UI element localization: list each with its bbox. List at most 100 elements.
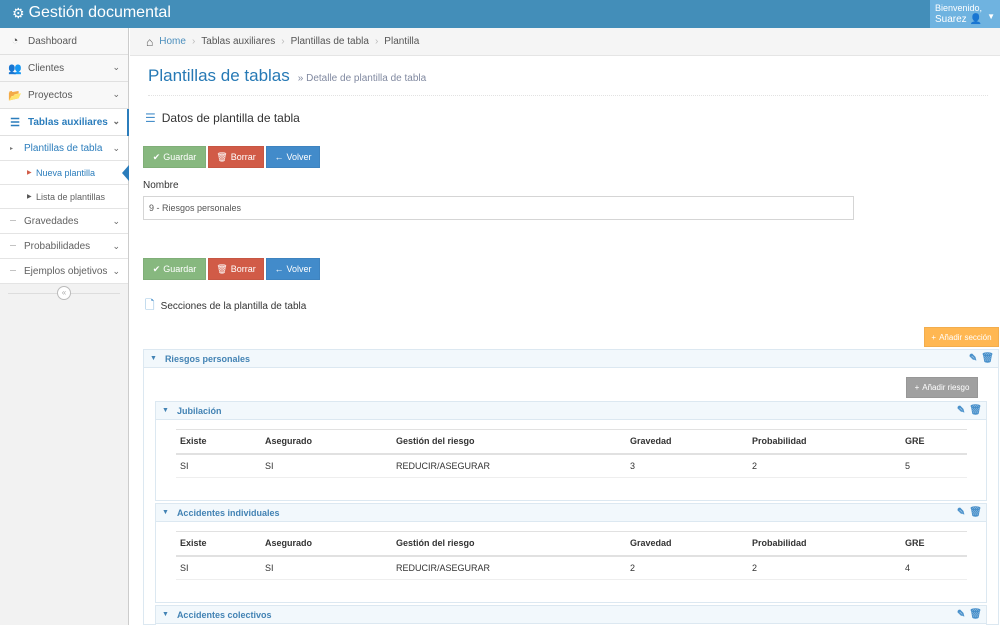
folder-open-icon: 📂: [8, 89, 22, 102]
add-risk-button[interactable]: + Añadir riesgo: [906, 377, 978, 398]
pencil-icon[interactable]: ✎: [957, 609, 965, 620]
sidebar-item-dashboard[interactable]: ◔ Dashboard: [0, 28, 128, 55]
cell-existe: SI: [176, 453, 261, 478]
breadcrumb: ⌂ Home › Tablas auxiliares › Plantillas …: [130, 28, 1000, 56]
pencil-icon[interactable]: ✎: [957, 507, 965, 518]
top-navbar: ⚙ Gestión documental Bienvenido, Suarez …: [0, 0, 1000, 28]
brand-title: Gestión documental: [28, 4, 171, 21]
page-subtitle-text: Detalle de plantilla de tabla: [306, 73, 427, 84]
list-icon: ☰: [10, 116, 20, 129]
delete-button[interactable]: 🗑 Borrar: [208, 146, 264, 168]
col-gravedad: Gravedad: [626, 429, 748, 455]
sidebar-subitem-label: Ejemplos objetivos: [24, 265, 108, 277]
double-angle-left-icon[interactable]: «: [57, 286, 71, 300]
cell-probabilidad: 2: [748, 555, 901, 580]
subsection-header[interactable]: ▼ Jubilación ✎ 🗑: [156, 402, 986, 420]
arrow-left-icon: ←: [274, 152, 284, 162]
cell-gravedad: 2: [626, 555, 748, 580]
col-probabilidad: Probabilidad: [748, 531, 901, 557]
breadcrumb-plantillas[interactable]: Plantillas de tabla: [291, 36, 369, 47]
pencil-icon[interactable]: ✎: [957, 405, 965, 416]
plus-icon: +: [914, 383, 920, 392]
trash-icon[interactable]: 🗑: [981, 353, 994, 364]
section-header[interactable]: ▼ Riesgos personales ✎ 🗑: [144, 350, 998, 368]
home-icon: ⌂: [146, 34, 154, 49]
cell-existe: SI: [176, 555, 261, 580]
save-button-bottom[interactable]: ✔ Guardar: [143, 258, 206, 280]
col-gre: GRE: [901, 531, 967, 557]
nombre-label: Nombre: [143, 180, 179, 191]
save-label: Guardar: [163, 152, 197, 162]
sidebar-subitem-gravedades[interactable]: — Gravedades ⌄: [0, 209, 128, 234]
col-gestion: Gestión del riesgo: [392, 429, 626, 455]
subsection-header[interactable]: ▼ Accidentes colectivos ✎ 🗑: [156, 606, 986, 624]
chevron-down-icon: ⌄: [112, 116, 120, 126]
sidebar-item-label: Tablas auxiliares: [28, 116, 108, 128]
chevron-down-icon: ⌄: [112, 143, 120, 153]
sidebar: ◔ Dashboard 👥 Clientes ⌄ 📂 Proyectos ⌄ ☰…: [0, 28, 129, 625]
add-section-label: Añadir sección: [939, 332, 992, 342]
add-section-button[interactable]: + Añadir sección: [924, 327, 999, 347]
chevron-down-icon: ⌄: [112, 266, 120, 276]
save-button[interactable]: ✔ Guardar: [143, 146, 206, 168]
caret-right-icon: ▶: [27, 170, 32, 176]
breadcrumb-home[interactable]: Home: [159, 36, 186, 47]
sidebar-subitem-plantillas[interactable]: ▸ Plantillas de tabla ⌄: [0, 136, 128, 161]
tachometer-icon: ◔: [11, 35, 19, 47]
cell-gre: 4: [901, 555, 967, 580]
users-icon: 👥: [8, 62, 22, 75]
sidebar-subitem-ejemplos[interactable]: — Ejemplos objetivos ⌄: [0, 259, 128, 284]
sidebar-subitem-label: Lista de plantillas: [36, 191, 106, 202]
plus-icon: +: [931, 332, 937, 342]
back-button-bottom[interactable]: ← Volver: [266, 258, 320, 280]
check-icon: ✔: [152, 151, 161, 162]
delete-button-bottom[interactable]: 🗑 Borrar: [208, 258, 264, 280]
trash-icon[interactable]: 🗑: [969, 609, 982, 620]
pencil-icon[interactable]: ✎: [969, 353, 977, 364]
caret-right-icon: —: [10, 268, 16, 274]
user-name: Suarez: [935, 14, 967, 25]
chevron-right-icon: ›: [281, 36, 285, 47]
caret-down-icon: ▼: [162, 509, 169, 516]
sidebar-item-clientes[interactable]: 👥 Clientes ⌄: [0, 55, 128, 82]
back-button[interactable]: ← Volver: [266, 146, 320, 168]
caret-right-icon: ▶: [27, 194, 32, 200]
secciones-title-text: Secciones de la plantilla de tabla: [160, 301, 307, 312]
chevron-down-icon: ⌄: [112, 89, 120, 99]
caret-down-icon: ▼: [987, 12, 995, 21]
chevron-down-icon: ⌄: [112, 216, 120, 226]
check-icon: ✔: [152, 263, 161, 274]
cell-probabilidad: 2: [748, 453, 901, 478]
sidebar-subitem-probabilidades[interactable]: — Probabilidades ⌄: [0, 234, 128, 259]
table-row[interactable]: SI SI REDUCIR/ASEGURAR 3 2 5: [176, 453, 967, 478]
cell-asegurado: SI: [261, 453, 392, 478]
col-existe: Existe: [176, 531, 261, 557]
user-menu[interactable]: Bienvenido, Suarez 👤 ▼: [930, 0, 1000, 28]
sidebar-subitem-lista-plantillas[interactable]: ▶ Lista de plantillas: [0, 185, 128, 209]
delete-label: Borrar: [230, 264, 256, 274]
sidebar-subitem-nueva-plantilla[interactable]: ▶ Nueva plantilla: [0, 161, 129, 185]
subsection-title: Accidentes colectivos: [176, 609, 272, 620]
sidebar-item-tablas-auxiliares[interactable]: ☰ Tablas auxiliares ⌄: [0, 109, 129, 136]
sidebar-item-proyectos[interactable]: 📂 Proyectos ⌄: [0, 82, 128, 109]
datos-title-text: Datos de plantilla de tabla: [161, 111, 300, 125]
save-label: Guardar: [163, 264, 197, 274]
nombre-input[interactable]: 9 - Riesgos personales: [143, 196, 854, 220]
subsection-header[interactable]: ▼ Accidentes individuales ✎ 🗑: [156, 504, 986, 522]
page-subtitle: » Detalle de plantilla de tabla: [297, 73, 427, 84]
trash-icon[interactable]: 🗑: [969, 405, 982, 416]
back-label: Volver: [286, 152, 312, 162]
subsection-title: Accidentes individuales: [176, 507, 280, 518]
col-gre: GRE: [901, 429, 967, 455]
trash-icon[interactable]: 🗑: [969, 507, 982, 518]
brand[interactable]: ⚙ Gestión documental: [12, 4, 171, 22]
breadcrumb-tablas[interactable]: Tablas auxiliares: [201, 36, 275, 47]
cog-icon: ⚙: [12, 4, 25, 21]
chevron-down-icon: ⌄: [112, 241, 120, 251]
back-label: Volver: [286, 264, 312, 274]
table-row[interactable]: SI SI REDUCIR/ASEGURAR 2 2 4: [176, 555, 967, 580]
page-header: Plantillas de tablas » Detalle de planti…: [148, 66, 988, 96]
col-asegurado: Asegurado: [261, 429, 392, 455]
datos-title: ☰ Datos de plantilla de tabla: [145, 111, 300, 125]
risk-table: Existe Asegurado Gestión del riesgo Grav…: [176, 429, 967, 478]
